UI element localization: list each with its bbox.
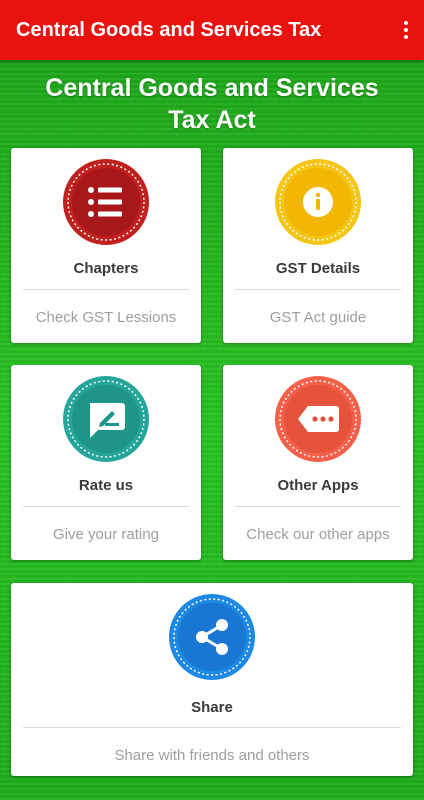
gst-details-card[interactable]: GST Details GST Act guide <box>223 148 413 343</box>
info-icon <box>274 158 362 246</box>
share-subtitle: Share with friends and others <box>114 747 310 764</box>
other-apps-subtitle: Check our other apps <box>246 526 390 543</box>
rate-us-title: Rate us <box>78 477 134 494</box>
rate-review-icon <box>62 375 150 463</box>
gst-details-title: GST Details <box>275 260 361 277</box>
more-vert-icon[interactable] <box>398 16 414 44</box>
chapters-title: Chapters <box>73 260 139 277</box>
share-title: Share <box>191 699 233 716</box>
rate-us-card[interactable]: Rate us Give your rating <box>11 365 201 560</box>
other-apps-title: Other Apps <box>277 477 359 494</box>
chapters-card[interactable]: Chapters Check GST Lessions <box>11 148 201 343</box>
chapters-subtitle: Check GST Lessions <box>35 309 177 326</box>
page-heading: Central Goods and Services Tax Act <box>0 72 424 136</box>
other-apps-card[interactable]: Other Apps Check our other apps <box>223 365 413 560</box>
list-icon <box>62 158 150 246</box>
card-divider <box>235 506 401 507</box>
page-heading-line-2: Tax Act <box>168 106 256 134</box>
card-divider <box>23 727 401 728</box>
card-divider <box>23 506 189 507</box>
app-bar: Central Goods and Services Tax <box>0 0 424 60</box>
share-icon <box>168 593 256 681</box>
card-divider <box>235 289 401 290</box>
more-tag-icon <box>274 375 362 463</box>
app-title: Central Goods and Services Tax <box>16 18 322 41</box>
share-card[interactable]: Share Share with friends and others <box>11 583 413 776</box>
gst-details-subtitle: GST Act guide <box>269 309 367 326</box>
card-divider <box>23 289 189 290</box>
rate-us-subtitle: Give your rating <box>53 526 159 543</box>
page-heading-line-1: Central Goods and Services <box>45 74 379 102</box>
